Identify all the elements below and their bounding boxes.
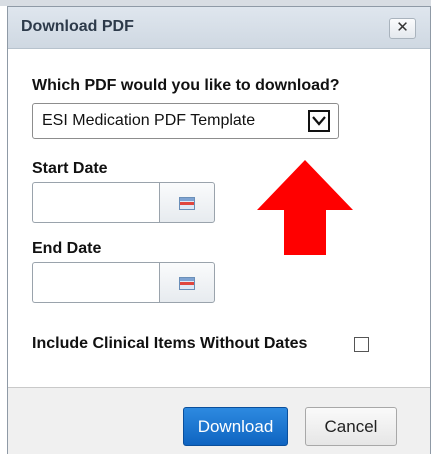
end-date-picker (32, 262, 215, 303)
pdf-select-label: Which PDF would you like to download? (32, 77, 340, 94)
include-undated-checkbox[interactable] (354, 337, 369, 352)
start-date-picker (32, 182, 215, 223)
start-date-input[interactable] (32, 182, 160, 223)
download-button[interactable]: Download (183, 407, 288, 446)
calendar-icon (179, 277, 195, 290)
close-icon: ✕ (396, 19, 409, 36)
calendar-icon (179, 197, 195, 210)
chevron-down-icon[interactable] (308, 110, 330, 132)
close-button[interactable]: ✕ (389, 18, 416, 39)
end-date-input[interactable] (32, 262, 160, 303)
end-date-calendar-button[interactable] (159, 262, 215, 303)
download-pdf-dialog: Download PDF ✕ Which PDF would you like … (7, 6, 431, 454)
include-undated-label: Include Clinical Items Without Dates (32, 335, 308, 352)
pdf-template-select[interactable]: ESI Medication PDF Template (32, 103, 339, 139)
start-date-calendar-button[interactable] (159, 182, 215, 223)
dialog-title: Download PDF (21, 18, 134, 35)
dialog-footer: Download Cancel (8, 387, 430, 454)
cancel-button[interactable]: Cancel (305, 407, 397, 446)
start-date-label: Start Date (32, 160, 108, 177)
dialog-titlebar: Download PDF ✕ (8, 7, 430, 49)
pdf-template-selected-value: ESI Medication PDF Template (42, 112, 256, 129)
up-arrow-annotation (257, 160, 353, 255)
end-date-label: End Date (32, 240, 102, 257)
